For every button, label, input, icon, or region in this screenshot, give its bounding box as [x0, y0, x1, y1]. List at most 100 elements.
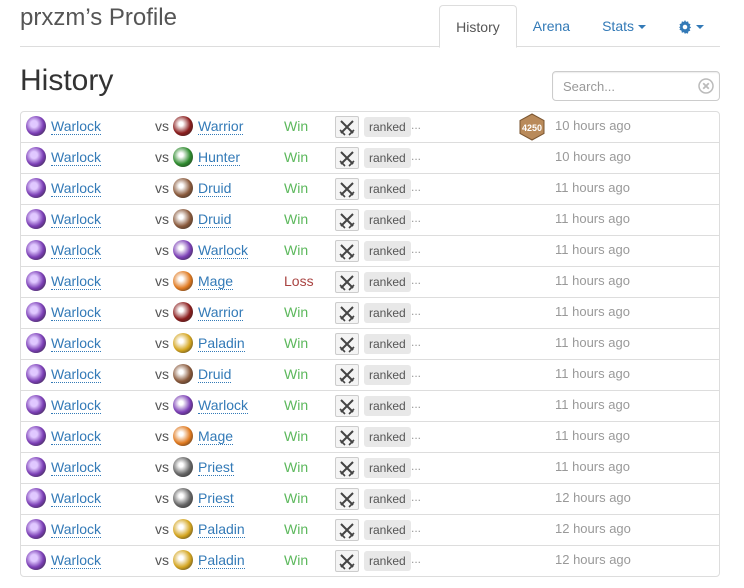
player-class-link[interactable]: Warlock — [51, 521, 102, 538]
ranked-badge: ranked — [364, 396, 411, 416]
player-class-link[interactable]: Warlock — [51, 211, 102, 228]
opponent-class-link[interactable]: Hunter — [198, 149, 241, 166]
opponent-class-link[interactable]: Mage — [198, 428, 234, 445]
opponent-class-link[interactable]: Warrior — [198, 304, 244, 321]
clear-search-icon[interactable] — [698, 78, 714, 94]
search-input[interactable] — [553, 72, 683, 100]
more-details-link[interactable]: ... — [411, 366, 421, 380]
player-class-link[interactable]: Warlock — [51, 149, 102, 166]
ranked-badge: ranked — [364, 520, 411, 540]
ranked-badge: ranked — [364, 148, 411, 168]
profile-header: prxzm’s Profile History Arena Stats — [20, 0, 720, 48]
timestamp: 12 hours ago — [555, 552, 631, 567]
vs-label: vs — [155, 180, 169, 196]
ranked-badge: ranked — [364, 272, 411, 292]
history-row: Warlock vs Paladin Win ranked... 12 hours ago — [21, 545, 719, 576]
opponent-class-link[interactable]: Warlock — [198, 397, 249, 414]
tab-arena-label: Arena — [532, 18, 571, 34]
player-class-link[interactable]: Warlock — [51, 242, 102, 259]
tab-arena[interactable]: Arena — [517, 5, 586, 47]
more-details-link[interactable]: ... — [411, 397, 421, 411]
more-details-link[interactable]: ... — [411, 304, 421, 318]
more-details-link[interactable]: ... — [411, 428, 421, 442]
opponent-class-link[interactable]: Druid — [198, 211, 232, 228]
result-label: Win — [284, 118, 309, 134]
more-details-link[interactable]: ... — [411, 149, 421, 163]
vs-label: vs — [155, 490, 169, 506]
opponent-class-icon — [173, 147, 193, 167]
crossed-swords-icon — [335, 302, 359, 324]
opponent-class-link[interactable]: Paladin — [198, 521, 245, 538]
tab-history[interactable]: History — [439, 5, 517, 48]
player-class-link[interactable]: Warlock — [51, 304, 102, 321]
player-class-link[interactable]: Warlock — [51, 490, 102, 507]
player-class-icon — [26, 302, 46, 322]
player-class-link[interactable]: Warlock — [51, 366, 102, 383]
tab-stats[interactable]: Stats — [586, 5, 662, 47]
settings-dropdown[interactable] — [662, 5, 720, 47]
opponent-class-link[interactable]: Druid — [198, 366, 232, 383]
timestamp: 11 hours ago — [555, 428, 630, 443]
player-class-link[interactable]: Warlock — [51, 118, 102, 135]
opponent-class-icon — [173, 240, 193, 260]
vs-label: vs — [155, 149, 169, 165]
timestamp: 11 hours ago — [555, 397, 630, 412]
more-details-link[interactable]: ... — [411, 211, 421, 225]
chevron-down-icon — [638, 25, 646, 30]
history-row: Warlock vs Warlock Win ranked... 11 hours ago — [21, 235, 719, 266]
more-details-link[interactable]: ... — [411, 335, 421, 349]
player-class-link[interactable]: Warlock — [51, 397, 102, 414]
opponent-class-icon — [173, 457, 193, 477]
more-details-link[interactable]: ... — [411, 180, 421, 194]
player-class-icon — [26, 116, 46, 136]
ranked-badge: ranked — [364, 210, 411, 230]
more-details-link[interactable]: ... — [411, 242, 421, 256]
timestamp: 11 hours ago — [555, 211, 630, 226]
more-details-link[interactable]: ... — [411, 552, 421, 566]
history-row: Warlock vs Priest Win ranked... 11 hours ago — [21, 452, 719, 483]
ranked-badge: ranked — [364, 489, 411, 509]
result-label: Win — [284, 211, 309, 227]
opponent-class-link[interactable]: Priest — [198, 459, 234, 476]
player-class-icon — [26, 209, 46, 229]
player-class-link[interactable]: Warlock — [51, 273, 102, 290]
history-row: Warlock vs Paladin Win ranked... 11 hours ago — [21, 328, 719, 359]
opponent-class-link[interactable]: Paladin — [198, 552, 245, 569]
history-row: Warlock vs Hunter Win ranked... 10 hours ago — [21, 142, 719, 173]
more-details-link[interactable]: ... — [411, 459, 421, 473]
vs-label: vs — [155, 521, 169, 537]
more-details-link[interactable]: ... — [411, 521, 421, 535]
ranked-badge: ranked — [364, 117, 411, 137]
opponent-class-link[interactable]: Priest — [198, 490, 234, 507]
crossed-swords-icon — [335, 488, 359, 510]
player-class-link[interactable]: Warlock — [51, 552, 102, 569]
vs-label: vs — [155, 304, 169, 320]
more-details-link[interactable]: ... — [411, 118, 421, 132]
opponent-class-icon — [173, 116, 193, 136]
player-class-link[interactable]: Warlock — [51, 335, 102, 352]
timestamp: 12 hours ago — [555, 490, 631, 505]
opponent-class-link[interactable]: Warlock — [198, 242, 249, 259]
crossed-swords-icon — [335, 457, 359, 479]
more-details-link[interactable]: ... — [411, 273, 421, 287]
vs-label: vs — [155, 428, 169, 444]
history-row: Warlock vs Priest Win ranked... 12 hours ago — [21, 483, 719, 514]
more-details-link[interactable]: ... — [411, 490, 421, 504]
opponent-class-link[interactable]: Mage — [198, 273, 234, 290]
player-class-link[interactable]: Warlock — [51, 180, 102, 197]
history-row: Warlock vs Druid Win ranked... 11 hours ago — [21, 204, 719, 235]
ranked-badge: ranked — [364, 241, 411, 261]
player-class-icon — [26, 426, 46, 446]
ranked-badge: ranked — [364, 365, 411, 385]
opponent-class-link[interactable]: Paladin — [198, 335, 245, 352]
player-class-link[interactable]: Warlock — [51, 459, 102, 476]
rank-value: 4250 — [522, 123, 542, 133]
ranked-badge: ranked — [364, 427, 411, 447]
player-class-link[interactable]: Warlock — [51, 428, 102, 445]
crossed-swords-icon — [335, 271, 359, 293]
section-title: History — [20, 64, 114, 97]
player-class-icon — [26, 519, 46, 539]
vs-label: vs — [155, 242, 169, 258]
opponent-class-link[interactable]: Warrior — [198, 118, 244, 135]
opponent-class-link[interactable]: Druid — [198, 180, 232, 197]
